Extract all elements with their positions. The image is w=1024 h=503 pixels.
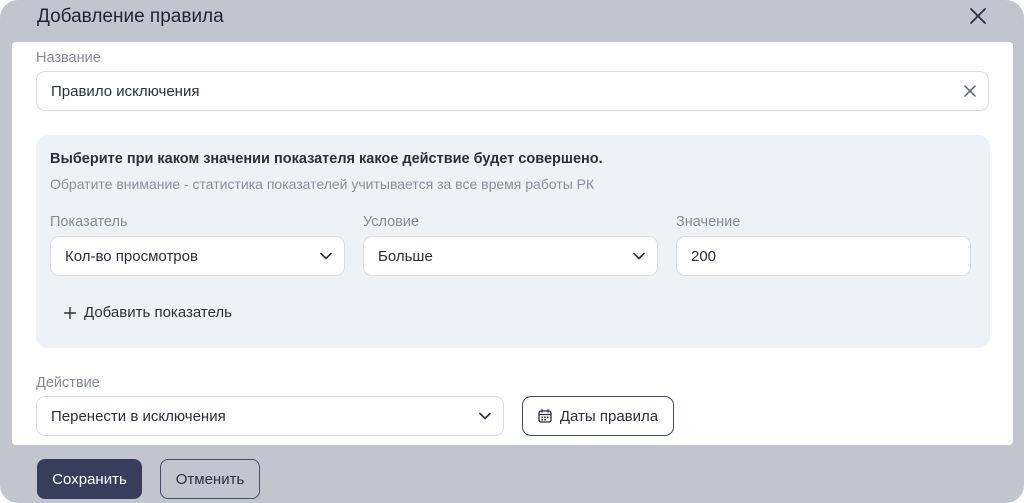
panel-heading: Выберите при каком значении показателя к… [50,151,603,167]
calendar-icon [538,409,552,423]
cancel-button[interactable]: Отменить [160,459,260,499]
name-input-value: Правило исключения [51,82,200,100]
threshold-input[interactable]: 200 [676,236,971,276]
add-rule-dialog: Добавление правила Название Правило искл… [0,0,1024,503]
name-label: Название [36,50,101,66]
rule-dates-button[interactable]: Даты правила [522,396,674,436]
dialog-body: Название Правило исключения Выберите при… [12,42,1013,445]
chevron-down-icon [320,252,332,260]
chevron-down-icon [633,252,645,260]
threshold-label: Значение [676,214,741,230]
threshold-input-value: 200 [691,247,717,265]
save-button[interactable]: Сохранить [37,459,142,499]
add-indicator-label: Добавить показатель [84,304,232,321]
clear-icon [964,85,976,97]
condition-select-value: Больше [378,247,433,265]
rule-conditions-panel: Выберите при каком значении показателя к… [36,135,990,348]
panel-note: Обратите внимание - статистика показател… [50,176,595,192]
action-select[interactable]: Перенести в исключения [36,396,504,436]
action-label: Действие [36,375,100,391]
condition-label: Условие [363,214,420,230]
action-select-value: Перенести в исключения [51,407,226,425]
add-indicator-button[interactable]: Добавить показатель [64,304,232,321]
close-icon [970,8,986,24]
rule-dates-label: Даты правила [559,407,659,425]
indicator-select[interactable]: Кол-во просмотров [50,236,345,276]
indicator-label: Показатель [50,214,128,230]
clear-name-button[interactable] [964,85,976,97]
dialog-title: Добавление правила [37,6,224,27]
chevron-down-icon [479,412,491,420]
name-input[interactable]: Правило исключения [36,71,989,111]
indicator-select-value: Кол-во просмотров [65,247,198,265]
plus-icon [64,306,76,319]
condition-select[interactable]: Больше [363,236,658,276]
close-button[interactable] [965,3,991,29]
